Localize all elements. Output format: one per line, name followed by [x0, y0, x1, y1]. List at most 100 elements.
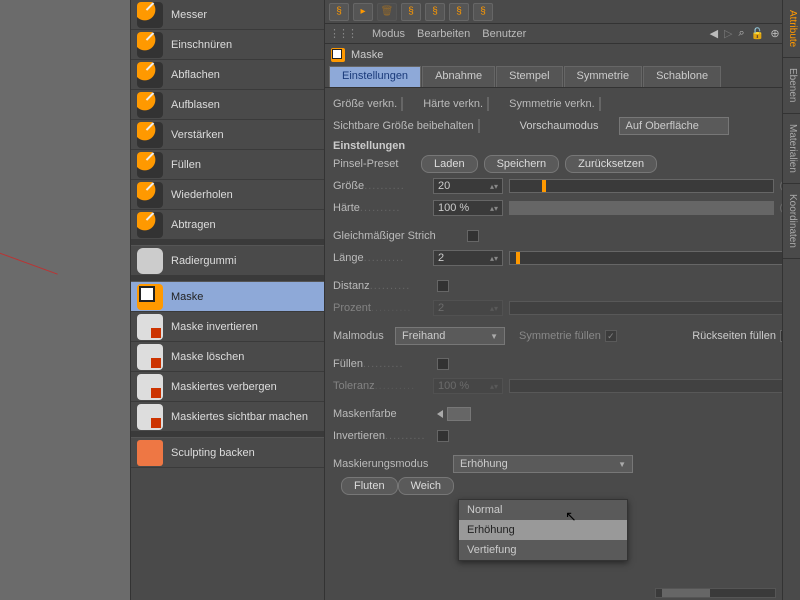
- chk-symfill[interactable]: [605, 330, 617, 342]
- brush-icon: [137, 92, 163, 118]
- chk-invert[interactable]: [437, 430, 449, 442]
- viewport-3d[interactable]: [0, 0, 130, 600]
- tab-3[interactable]: Symmetrie: [564, 66, 643, 87]
- label-size: Größe: [333, 180, 433, 192]
- target-icon[interactable]: ⊕: [770, 27, 779, 40]
- vtab-1[interactable]: Ebenen: [783, 58, 800, 113]
- tool-mask-1[interactable]: Maske invertieren: [131, 312, 324, 342]
- field-tolerance: 100 %▴▾: [433, 378, 503, 394]
- label-preview: Vorschaumodus: [520, 120, 599, 132]
- tool-5[interactable]: Füllen: [131, 150, 324, 180]
- select-maskmode[interactable]: Erhöhung▼: [453, 455, 633, 473]
- menu-benutzer[interactable]: Benutzer: [482, 28, 526, 40]
- tool-0[interactable]: Messer: [131, 0, 324, 30]
- toolbar-btn-trash[interactable]: 🗑: [377, 3, 397, 21]
- chk-size-link[interactable]: [401, 97, 403, 111]
- tool-label: Maskiertes sichtbar machen: [171, 411, 308, 423]
- btn-soften[interactable]: Weich: [398, 477, 454, 495]
- chk-fill[interactable]: [437, 358, 449, 370]
- menu-modus[interactable]: Modus: [372, 28, 405, 40]
- select-paintmode[interactable]: Freihand▼: [395, 327, 505, 345]
- nav-back-icon[interactable]: ◀: [710, 27, 718, 40]
- mask-icon: [137, 404, 163, 430]
- slider-hardness[interactable]: [509, 201, 774, 215]
- search-icon[interactable]: ⌕: [739, 27, 745, 40]
- field-hardness[interactable]: 100 %▴▾: [433, 200, 503, 216]
- h-scrollbar[interactable]: [655, 588, 776, 598]
- label-tolerance: Toleranz: [333, 380, 433, 392]
- chk-distance[interactable]: [437, 280, 449, 292]
- color-expand-icon[interactable]: [437, 410, 443, 418]
- btn-reset[interactable]: Zurücksetzen: [565, 155, 657, 173]
- tool-mask-0[interactable]: Maske: [131, 282, 324, 312]
- tool-7[interactable]: Abtragen: [131, 210, 324, 240]
- tool-bake[interactable]: Sculpting backen: [131, 438, 324, 468]
- dropdown-item-2[interactable]: Vertiefung: [459, 540, 627, 560]
- tool-label: Abtragen: [171, 219, 216, 231]
- tool-6[interactable]: Wiederholen: [131, 180, 324, 210]
- vtab-3[interactable]: Koordinaten: [783, 184, 800, 259]
- dropdown-item-0[interactable]: Normal: [459, 500, 627, 520]
- toolbar-btn-1[interactable]: §: [329, 3, 349, 21]
- slider-length[interactable]: [509, 251, 786, 265]
- tool-1[interactable]: Einschnüren: [131, 30, 324, 60]
- label-paintmode: Malmodus: [333, 330, 395, 342]
- tab-1[interactable]: Abnahme: [422, 66, 495, 87]
- btn-flood[interactable]: Fluten: [341, 477, 398, 495]
- mask-icon: [331, 48, 345, 62]
- brush-icon: [137, 62, 163, 88]
- label-symfill: Symmetrie füllen: [519, 330, 601, 342]
- field-size[interactable]: 20▴▾: [433, 178, 503, 194]
- tool-3[interactable]: Aufblasen: [131, 90, 324, 120]
- toolbar-btn-4[interactable]: §: [425, 3, 445, 21]
- chk-sym-link[interactable]: [599, 97, 601, 111]
- toolbar-btn-2[interactable]: ▸: [353, 3, 373, 21]
- tool-label: Radiergummi: [171, 255, 236, 267]
- tool-label: Messer: [171, 9, 207, 21]
- mask-icon: [137, 374, 163, 400]
- slider-size[interactable]: [509, 179, 774, 193]
- chk-even-stroke[interactable]: [467, 230, 479, 242]
- toolbar-btn-5[interactable]: §: [449, 3, 469, 21]
- tool-2[interactable]: Abflachen: [131, 60, 324, 90]
- chk-hard-link[interactable]: [487, 97, 489, 111]
- object-title: Maske: [351, 49, 383, 61]
- tool-label: Verstärken: [171, 129, 224, 141]
- eraser-icon: [137, 248, 163, 274]
- nav-fwd-icon[interactable]: ▷: [724, 27, 732, 40]
- field-length[interactable]: 2▴▾: [433, 250, 503, 266]
- section-settings: Einstellungen: [333, 140, 792, 152]
- lock-icon[interactable]: 🔓: [751, 27, 765, 40]
- object-header: Maske: [325, 44, 800, 66]
- toolbar-btn-6[interactable]: §: [473, 3, 493, 21]
- tool-4[interactable]: Verstärken: [131, 120, 324, 150]
- color-swatch[interactable]: [447, 407, 471, 421]
- btn-load[interactable]: Laden: [421, 155, 478, 173]
- menu-bearbeiten[interactable]: Bearbeiten: [417, 28, 470, 40]
- btn-save[interactable]: Speichern: [484, 155, 560, 173]
- toolbar-btn-3[interactable]: §: [401, 3, 421, 21]
- label-length: Länge: [333, 252, 433, 264]
- select-preview[interactable]: Auf Oberfläche: [619, 117, 729, 135]
- label-maskcolor: Maskenfarbe: [333, 408, 433, 420]
- vtab-0[interactable]: Attribute: [783, 0, 800, 58]
- grip-icon[interactable]: ⋮⋮⋮: [329, 27, 356, 40]
- tool-label: Maskiertes verbergen: [171, 381, 277, 393]
- tool-mask-4[interactable]: Maskiertes sichtbar machen: [131, 402, 324, 432]
- tool-mask-2[interactable]: Maske löschen: [131, 342, 324, 372]
- mask-icon: [137, 344, 163, 370]
- tool-eraser[interactable]: Radiergummi: [131, 246, 324, 276]
- tab-0[interactable]: Einstellungen: [329, 66, 421, 87]
- brush-icon: [137, 122, 163, 148]
- tab-4[interactable]: Schablone: [643, 66, 721, 87]
- dropdown-item-1[interactable]: Erhöhung: [459, 520, 627, 540]
- chk-visible-size[interactable]: [478, 119, 480, 133]
- vtab-2[interactable]: Materialien: [783, 114, 800, 184]
- label-percent: Prozent: [333, 302, 433, 314]
- tool-palette: Messer EinschnürenAbflachenAufblasen Verst…: [130, 0, 325, 600]
- label-hard-link: Härte verkn.: [423, 98, 483, 110]
- slider-tolerance: [509, 379, 786, 393]
- mask-icon: [137, 314, 163, 340]
- tab-2[interactable]: Stempel: [496, 66, 562, 87]
- tool-mask-3[interactable]: Maskiertes verbergen: [131, 372, 324, 402]
